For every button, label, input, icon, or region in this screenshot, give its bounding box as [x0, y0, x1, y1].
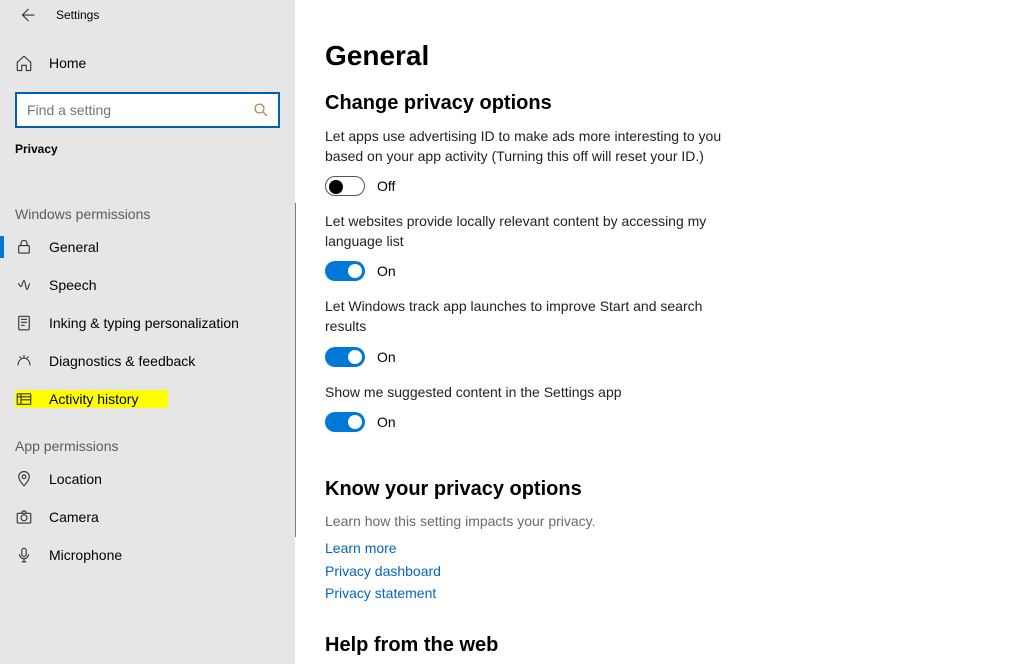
opt1-state: Off [377, 178, 395, 194]
opt2-toggle-row: On [325, 261, 994, 281]
link-learn-more[interactable]: Learn more [325, 537, 397, 559]
nav-microphone-label: Microphone [49, 547, 122, 563]
opt4-state: On [377, 414, 396, 430]
nav-location-label: Location [49, 471, 102, 487]
opt4-toggle-row: On [325, 412, 994, 432]
toggle-language-list[interactable] [325, 261, 365, 281]
scroll-indicator [295, 203, 296, 537]
nav-general-label: General [49, 239, 99, 255]
opt3-toggle-row: On [325, 347, 994, 367]
section-change-privacy: Change privacy options [325, 92, 994, 115]
toggle-advertising-id[interactable] [325, 176, 365, 196]
activity-icon [15, 390, 33, 408]
window-title: Settings [56, 8, 99, 22]
sidebar: Home Privacy Windows permissions General… [0, 0, 295, 664]
opt1-toggle-row: Off [325, 176, 994, 196]
opt4-desc: Show me suggested content in the Setting… [325, 383, 745, 403]
nav-speech[interactable]: Speech [0, 266, 295, 304]
titlebar-left: Settings [0, 6, 99, 24]
nav-inking[interactable]: Inking & typing personalization [0, 304, 295, 342]
location-icon [15, 470, 33, 488]
lock-icon [15, 238, 33, 256]
opt2-desc: Let websites provide locally relevant co… [325, 212, 745, 251]
group-windows-permissions: Windows permissions [0, 186, 295, 228]
nav-home-label: Home [49, 55, 86, 71]
group-app-permissions: App permissions [0, 418, 295, 460]
camera-icon [15, 508, 33, 526]
nav-activity-label: Activity history [49, 391, 138, 407]
activity-highlight: Activity history [15, 390, 168, 408]
nav-location[interactable]: Location [0, 460, 295, 498]
search-input[interactable] [15, 92, 280, 128]
nav-home[interactable]: Home [0, 46, 295, 80]
content-pane: General Change privacy options Let apps … [295, 0, 1024, 664]
inking-icon [15, 314, 33, 332]
toggle-app-launches[interactable] [325, 347, 365, 367]
page-title: General [325, 40, 994, 72]
nav-diagnostics-label: Diagnostics & feedback [49, 353, 195, 369]
nav-microphone[interactable]: Microphone [0, 536, 295, 574]
nav-camera-label: Camera [49, 509, 99, 525]
nav-activity-history[interactable]: Activity history [0, 380, 295, 418]
back-icon[interactable] [18, 6, 36, 24]
link-privacy-statement[interactable]: Privacy statement [325, 582, 436, 604]
opt3-desc: Let Windows track app launches to improv… [325, 297, 745, 336]
section-title-privacy: Privacy [0, 142, 295, 156]
microphone-icon [15, 546, 33, 564]
link-privacy-dashboard[interactable]: Privacy dashboard [325, 560, 441, 582]
search-field[interactable] [25, 101, 252, 119]
home-icon [15, 54, 33, 72]
section-help-web: Help from the web [325, 634, 994, 657]
speech-icon [15, 276, 33, 294]
nav-speech-label: Speech [49, 277, 96, 293]
opt3-state: On [377, 349, 396, 365]
nav-general[interactable]: General [0, 228, 295, 266]
nav-camera[interactable]: Camera [0, 498, 295, 536]
opt2-state: On [377, 263, 396, 279]
diagnostics-icon [15, 352, 33, 370]
search-container [15, 92, 280, 128]
nav-inking-label: Inking & typing personalization [49, 315, 239, 331]
nav-diagnostics[interactable]: Diagnostics & feedback [0, 342, 295, 380]
section2-sub: Learn how this setting impacts your priv… [325, 513, 994, 529]
search-icon [252, 101, 270, 119]
opt1-desc: Let apps use advertising ID to make ads … [325, 127, 745, 166]
toggle-suggested-content[interactable] [325, 412, 365, 432]
settings-window: Settings Home [0, 0, 1024, 664]
section-know-options: Know your privacy options [325, 478, 994, 501]
